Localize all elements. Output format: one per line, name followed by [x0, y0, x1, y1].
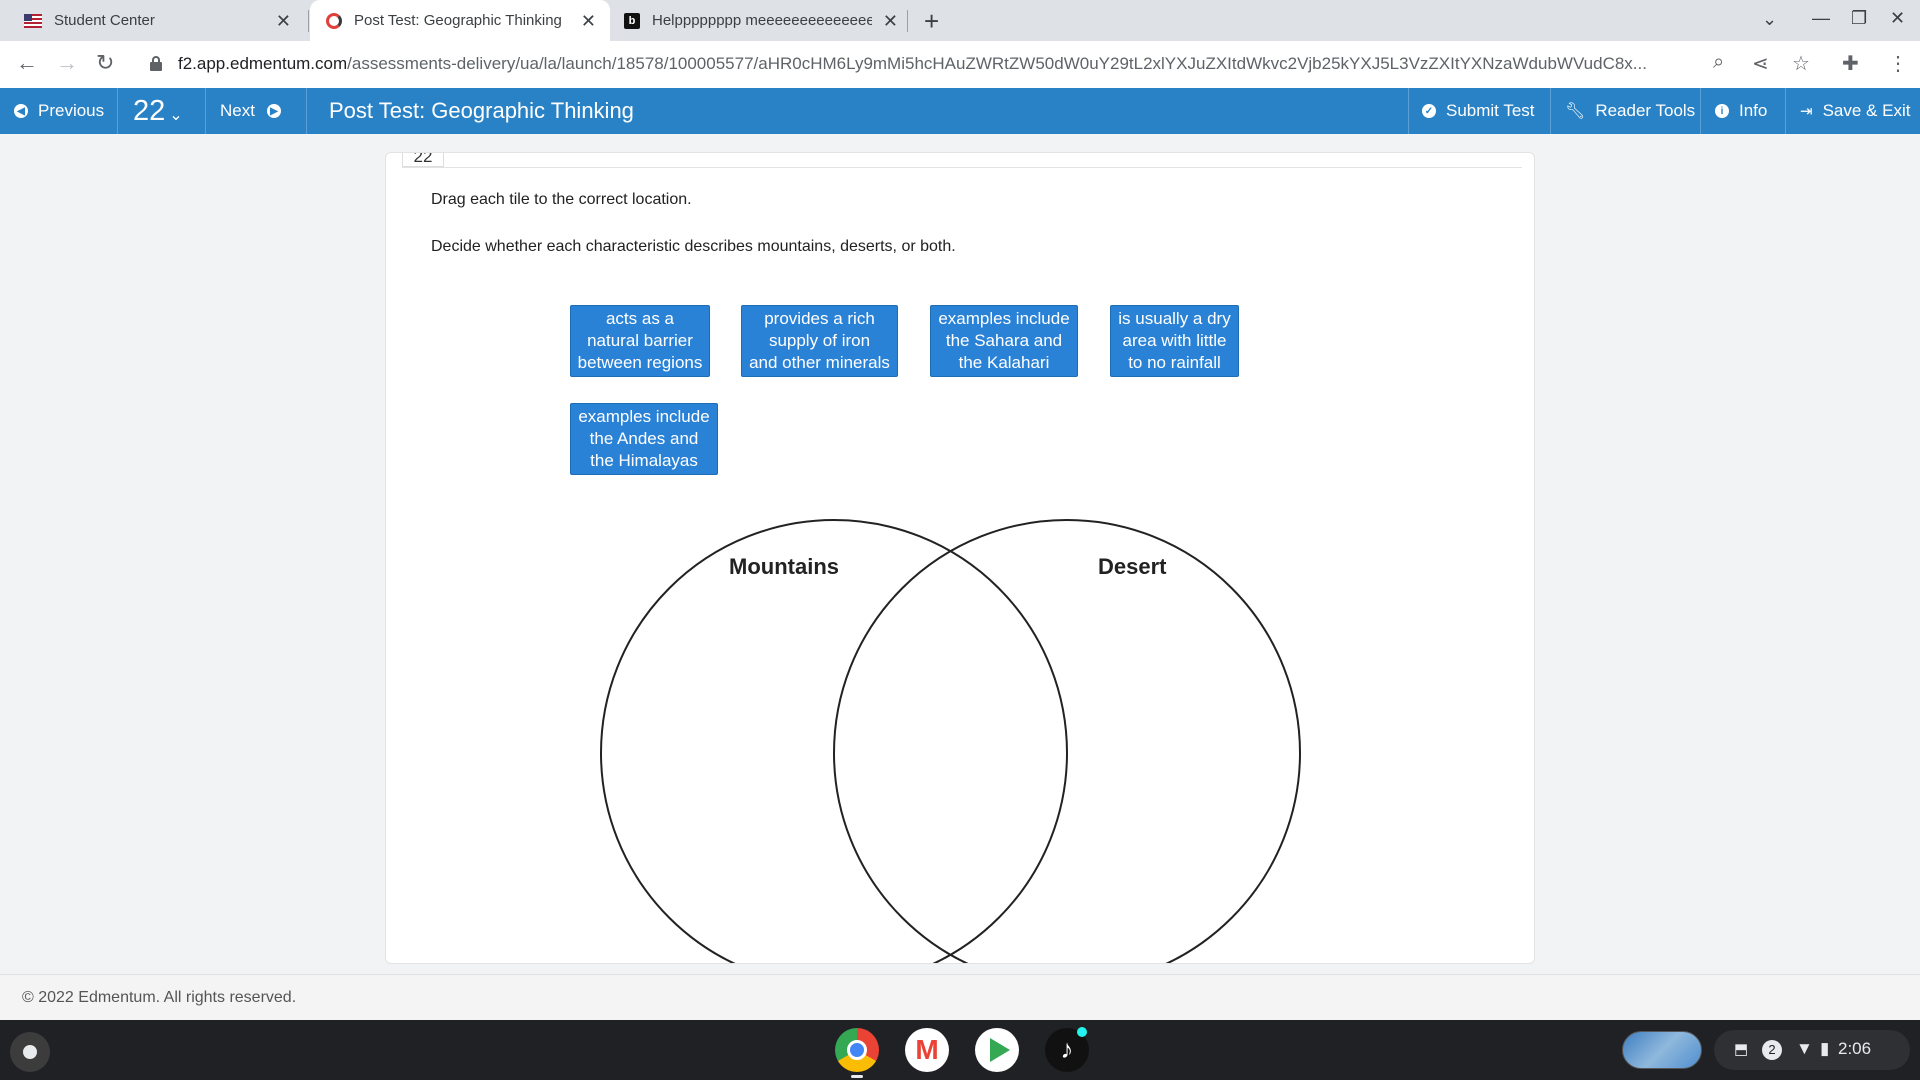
page-footer: © 2022 Edmentum. All rights reserved. — [0, 974, 1920, 1020]
url-path: /assessments-delivery/ua/la/launch/18578… — [347, 54, 1647, 73]
edmentum-icon — [326, 12, 342, 29]
phone-hub-icon[interactable] — [1622, 1031, 1702, 1069]
restore-icon[interactable]: ❐ — [1851, 8, 1867, 29]
sign-out-icon: ⇥ — [1800, 103, 1813, 120]
test-header-bar: ◀ Previous 22 ⌄ Next ▶ Post Test: Geogra… — [0, 88, 1920, 134]
tab-student-center[interactable]: Student Center ✕ — [0, 0, 305, 41]
running-indicator — [851, 1075, 863, 1078]
clock-time: 2:06 — [1838, 1039, 1872, 1058]
header-divider — [1700, 88, 1701, 134]
lock-icon[interactable] — [150, 56, 162, 71]
tab-divider — [907, 10, 908, 32]
header-divider — [1408, 88, 1409, 134]
submit-test-button[interactable]: ✓ Submit Test — [1422, 88, 1535, 134]
chrome-app-icon[interactable] — [835, 1028, 879, 1072]
previous-label: Previous — [38, 101, 105, 120]
venn-label-mountains: Mountains — [729, 554, 839, 579]
notification-count: 2 — [1762, 1040, 1782, 1060]
save-exit-button[interactable]: ⇥ Save & Exit — [1800, 88, 1910, 134]
tab-search-chevron-icon[interactable]: ⌄ — [1762, 9, 1777, 30]
minimize-icon[interactable]: — — [1812, 8, 1830, 29]
tab-title: Helpppppppp meeeeeeeeeeeeeeeeeeeee — [652, 12, 872, 29]
header-divider — [117, 88, 118, 134]
close-tab-icon[interactable]: ✕ — [883, 11, 898, 32]
arrow-left-circle-icon: ◀ — [14, 104, 28, 118]
close-window-icon[interactable]: ✕ — [1890, 8, 1905, 29]
info-button[interactable]: i Info — [1715, 88, 1767, 134]
close-tab-icon[interactable]: ✕ — [276, 11, 291, 32]
forward-arrow-icon[interactable]: → — [56, 50, 78, 76]
tab-title: Student Center — [54, 12, 155, 29]
gmail-app-icon[interactable] — [905, 1028, 949, 1072]
test-title: Post Test: Geographic Thinking — [329, 98, 634, 123]
back-arrow-icon[interactable]: ← — [16, 50, 38, 76]
check-circle-icon: ✓ — [1422, 104, 1436, 118]
os-shelf: ⬒ 2 ▼ ▮ 2:06 — [0, 1020, 1920, 1080]
browser-toolbar: ← → ↻ f2.app.edmentum.com/assessments-de… — [0, 41, 1920, 88]
header-divider — [205, 88, 206, 134]
question-number: 22 — [133, 94, 166, 127]
reader-tools-label: Reader Tools — [1595, 101, 1696, 120]
browser-tab-strip: Student Center ✕ Post Test: Geographic T… — [0, 0, 1920, 41]
tab-brainly[interactable]: b Helpppppppp meeeeeeeeeeeeeeeeeeeee ✕ — [612, 0, 912, 41]
test-title-container: Post Test: Geographic Thinking — [329, 88, 634, 134]
url-host: f2.app.edmentum.com — [178, 54, 348, 73]
tab-divider — [308, 10, 309, 32]
reader-tools-button[interactable]: 🔧︎ Reader Tools — [1565, 88, 1695, 134]
submit-test-label: Submit Test — [1446, 101, 1535, 120]
info-circle-icon: i — [1715, 104, 1729, 118]
tab-post-test[interactable]: Post Test: Geographic Thinking ✕ — [310, 0, 610, 41]
new-tab-icon[interactable]: + — [924, 6, 939, 37]
chevron-down-icon: ⌄ — [169, 107, 183, 124]
wifi-icon: ▼ — [1796, 1039, 1813, 1058]
reload-icon[interactable]: ↻ — [96, 50, 114, 76]
copyright-text: © 2022 Edmentum. All rights reserved. — [22, 989, 297, 1006]
play-store-app-icon[interactable] — [975, 1028, 1019, 1072]
holding-space-icon: ⬒ — [1734, 1041, 1749, 1058]
next-button[interactable]: Next ▶ — [220, 88, 291, 134]
share-icon[interactable]: ⋖ — [1752, 51, 1769, 76]
extensions-puzzle-icon[interactable]: ✚ — [1842, 51, 1859, 76]
bookmark-star-icon[interactable]: ☆ — [1792, 51, 1810, 76]
status-tray[interactable]: ⬒ 2 ▼ ▮ 2:06 — [1714, 1030, 1910, 1070]
question-selector[interactable]: 22 ⌄ — [133, 88, 183, 134]
header-divider — [306, 88, 307, 134]
us-flag-icon — [24, 13, 42, 28]
arrow-right-circle-icon: ▶ — [266, 104, 281, 118]
header-divider — [1550, 88, 1551, 134]
venn-diagram — [600, 519, 1301, 963]
tab-title: Post Test: Geographic Thinking — [354, 12, 562, 29]
battery-icon: ▮ — [1820, 1039, 1830, 1058]
header-divider — [1785, 88, 1786, 134]
venn-label-desert: Desert — [1098, 554, 1167, 579]
address-bar[interactable]: f2.app.edmentum.com/assessments-delivery… — [178, 54, 1698, 74]
save-exit-label: Save & Exit — [1822, 101, 1911, 120]
info-label: Info — [1739, 101, 1768, 120]
brainly-icon: b — [624, 12, 640, 29]
wrench-icon: 🔧︎ — [1565, 103, 1586, 120]
next-label: Next — [220, 101, 255, 120]
menu-kebab-icon[interactable]: ⋮ — [1888, 51, 1908, 76]
previous-button[interactable]: ◀ Previous — [14, 88, 104, 134]
close-tab-icon[interactable]: ✕ — [581, 11, 596, 32]
zoom-icon[interactable]: ⌕ — [1713, 51, 1724, 74]
question-card: 22 Drag each tile to the correct locatio… — [385, 152, 1535, 964]
notification-dot — [1077, 1027, 1087, 1037]
launcher-icon[interactable] — [10, 1032, 50, 1072]
